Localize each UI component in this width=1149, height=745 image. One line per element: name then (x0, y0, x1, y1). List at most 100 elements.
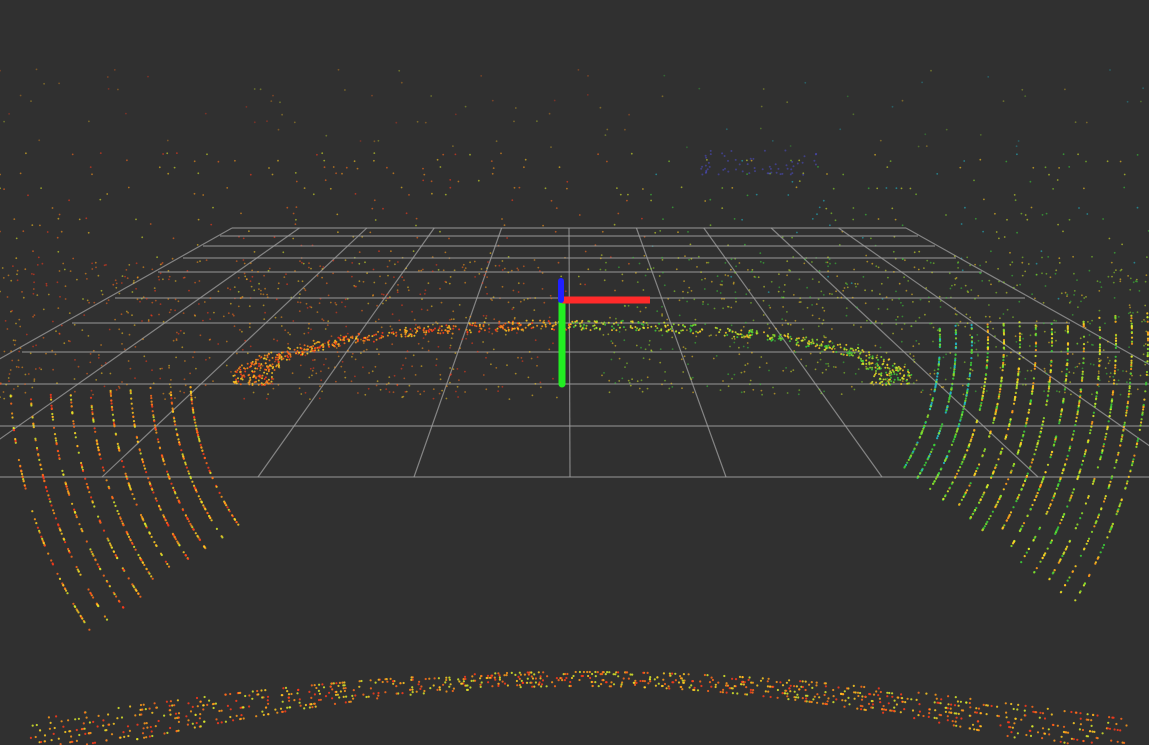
cloud-point (1138, 428, 1141, 431)
cloud-point (945, 408, 948, 411)
cloud-point (749, 157, 752, 160)
cloud-point (1055, 320, 1057, 322)
cloud-point (432, 388, 435, 390)
cloud-point (169, 386, 172, 388)
cloud-point (321, 390, 323, 393)
cloud-point (821, 306, 824, 309)
cloud-point (901, 380, 904, 382)
cloud-point (751, 351, 753, 354)
cloud-point (1033, 571, 1036, 574)
cloud-point (1044, 285, 1047, 287)
cloud-point (1059, 558, 1062, 561)
cloud-point (860, 326, 862, 328)
cloud-point (270, 100, 273, 102)
cloud-point (875, 356, 878, 359)
cloud-point (1070, 438, 1073, 441)
cloud-point (876, 354, 879, 357)
cloud-point (638, 262, 641, 265)
cloud-point (234, 518, 237, 522)
cloud-point (1101, 546, 1104, 549)
cloud-point (816, 338, 819, 341)
cloud-point (134, 588, 137, 591)
cloud-point (899, 372, 902, 375)
cloud-point (897, 378, 900, 381)
cloud-point (687, 363, 689, 365)
cloud-point (524, 326, 527, 329)
cloud-point (870, 237, 872, 240)
cloud-point (1085, 121, 1088, 124)
cloud-point (751, 333, 754, 336)
cloud-point (213, 311, 215, 314)
cloud-point (1112, 382, 1115, 385)
cloud-point (263, 378, 266, 380)
cloud-point (1129, 320, 1132, 322)
cloud-point (1068, 540, 1071, 543)
cloud-point (624, 305, 626, 307)
cloud-point (298, 310, 301, 313)
cloud-point (196, 434, 200, 437)
cloud-point (895, 366, 898, 369)
cloud-point (330, 682, 334, 685)
cloud-point (737, 333, 740, 336)
cloud-point (759, 127, 762, 130)
cloud-point (35, 522, 38, 525)
cloud-point (912, 450, 915, 453)
scene-canvas[interactable] (0, 0, 1149, 745)
cloud-point (337, 355, 340, 358)
cloud-point (274, 356, 277, 359)
cloud-point (449, 179, 452, 181)
cloud-point (310, 267, 312, 270)
cloud-point (892, 332, 894, 335)
cloud-point (1034, 362, 1037, 365)
cloud-point (1007, 478, 1010, 481)
3d-viewport[interactable] (0, 0, 1149, 745)
cloud-point (1068, 166, 1071, 168)
cloud-point (1104, 322, 1106, 325)
cloud-point (395, 331, 398, 334)
cloud-point (366, 272, 368, 275)
cloud-point (1015, 500, 1018, 503)
cloud-point (450, 337, 453, 339)
cloud-point (734, 291, 737, 293)
cloud-point (746, 335, 749, 338)
cloud-point (454, 352, 457, 354)
cloud-point (411, 310, 413, 313)
cloud-point (973, 510, 976, 513)
cloud-point (528, 351, 531, 353)
cloud-point (126, 277, 129, 280)
cloud-point (67, 491, 70, 494)
cloud-point (661, 95, 664, 98)
cloud-point (286, 206, 289, 209)
cloud-point (1083, 452, 1086, 456)
cloud-point (1002, 340, 1006, 343)
cloud-point (74, 605, 77, 609)
cloud-point (884, 269, 887, 272)
cloud-point (1042, 322, 1045, 325)
cloud-point (1092, 414, 1095, 418)
cloud-point (811, 314, 814, 317)
cloud-point (998, 390, 1001, 393)
cloud-point (118, 387, 121, 389)
cloud-point (1024, 95, 1027, 97)
cloud-point (415, 224, 417, 227)
cloud-point (1002, 488, 1005, 491)
cloud-point (1066, 347, 1069, 350)
cloud-point (502, 327, 505, 330)
cloud-point (99, 198, 102, 201)
cloud-point (1066, 293, 1069, 296)
cloud-point (9, 369, 12, 371)
cloud-point (1087, 439, 1090, 442)
cloud-point (430, 305, 433, 308)
cloud-point (981, 394, 984, 397)
cloud-point (1046, 463, 1050, 466)
cloud-point (103, 615, 106, 618)
cloud-point (51, 418, 55, 421)
cloud-point (1010, 702, 1013, 706)
cloud-point (664, 325, 667, 328)
cloud-point (1080, 379, 1084, 382)
cloud-point (875, 265, 878, 268)
cloud-point (1055, 529, 1058, 532)
cloud-point (280, 355, 283, 358)
cloud-point (24, 487, 27, 490)
cloud-point (745, 293, 748, 296)
